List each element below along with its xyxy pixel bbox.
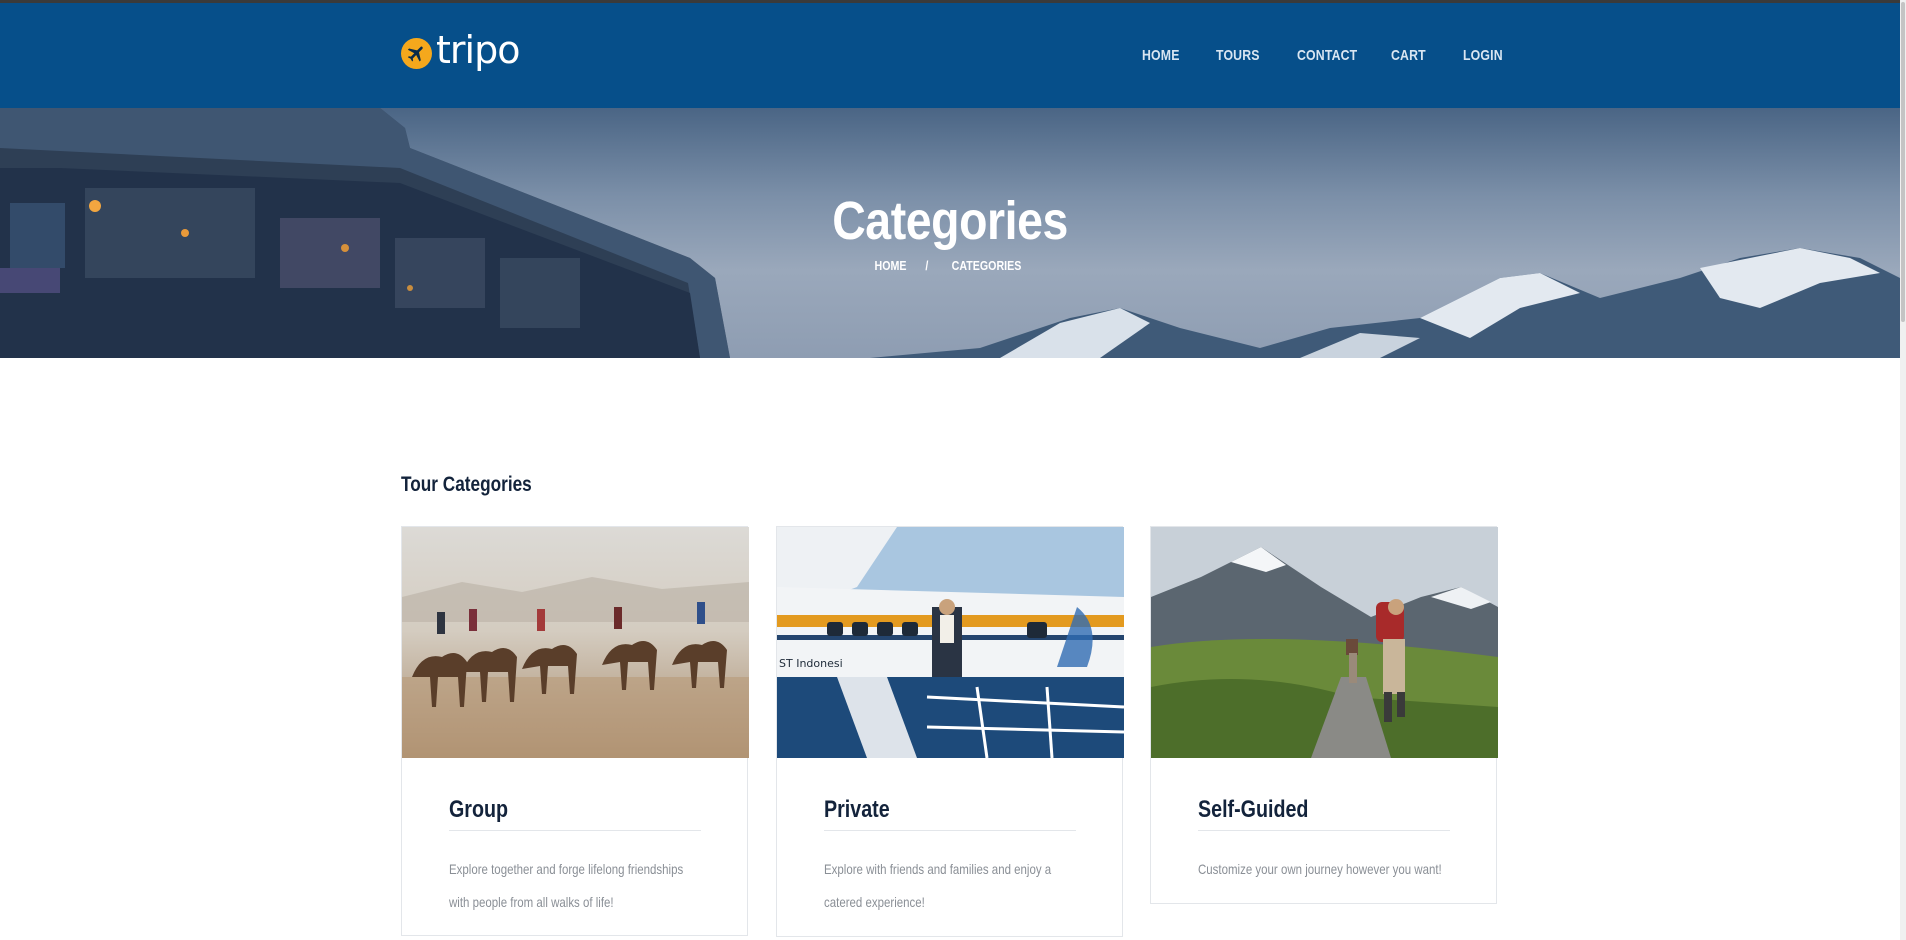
category-card-self-guided[interactable]: Self-Guided Customize your own journey h…: [1150, 526, 1498, 904]
page-scrollbar[interactable]: [1900, 0, 1906, 940]
breadcrumb: HOME / CATEGORIES: [0, 258, 1900, 273]
card-image-camels[interactable]: [402, 527, 749, 758]
plane-icon: [401, 37, 432, 69]
card-title[interactable]: Group: [449, 796, 508, 824]
nav-contact[interactable]: CONTACT: [1297, 47, 1357, 64]
card-description: Customize your own journey however you w…: [1198, 861, 1442, 877]
card-title[interactable]: Self-Guided: [1198, 796, 1308, 824]
breadcrumb-home[interactable]: HOME: [874, 258, 906, 273]
site-logo[interactable]: tripo: [401, 31, 520, 69]
card-image-seaplane[interactable]: ST Indonesi: [777, 527, 1124, 758]
card-description: Explore together and forge lifelong frie…: [449, 861, 684, 910]
card-divider: [449, 830, 701, 831]
page-hero-banner: Categories HOME / CATEGORIES: [0, 108, 1900, 358]
card-title[interactable]: Private: [824, 796, 890, 824]
card-divider: [1198, 830, 1450, 831]
card-image-hikers[interactable]: [1151, 527, 1498, 758]
site-header: tripo HOME TOURS CONTACT CART LOGIN: [0, 3, 1900, 108]
brand-name: tripo: [436, 28, 520, 72]
svg-text:ST Indonesi: ST Indonesi: [779, 657, 843, 670]
page-title: Categories: [832, 191, 1068, 251]
section-title: Tour Categories: [401, 473, 532, 496]
scrollbar-thumb[interactable]: [1901, 2, 1905, 322]
category-card-private[interactable]: ST Indonesi Private Explore with friends…: [776, 526, 1124, 937]
category-card-group[interactable]: Group Explore together and forge lifelon…: [401, 526, 749, 936]
nav-login[interactable]: LOGIN: [1463, 47, 1503, 64]
card-description: Explore with friends and families and en…: [824, 861, 1052, 910]
nav-tours[interactable]: TOURS: [1216, 47, 1260, 64]
card-divider: [824, 830, 1076, 831]
nav-cart[interactable]: CART: [1391, 47, 1426, 64]
breadcrumb-separator: /: [925, 258, 929, 273]
breadcrumb-current: CATEGORIES: [952, 258, 1022, 273]
nav-home[interactable]: HOME: [1142, 47, 1180, 64]
